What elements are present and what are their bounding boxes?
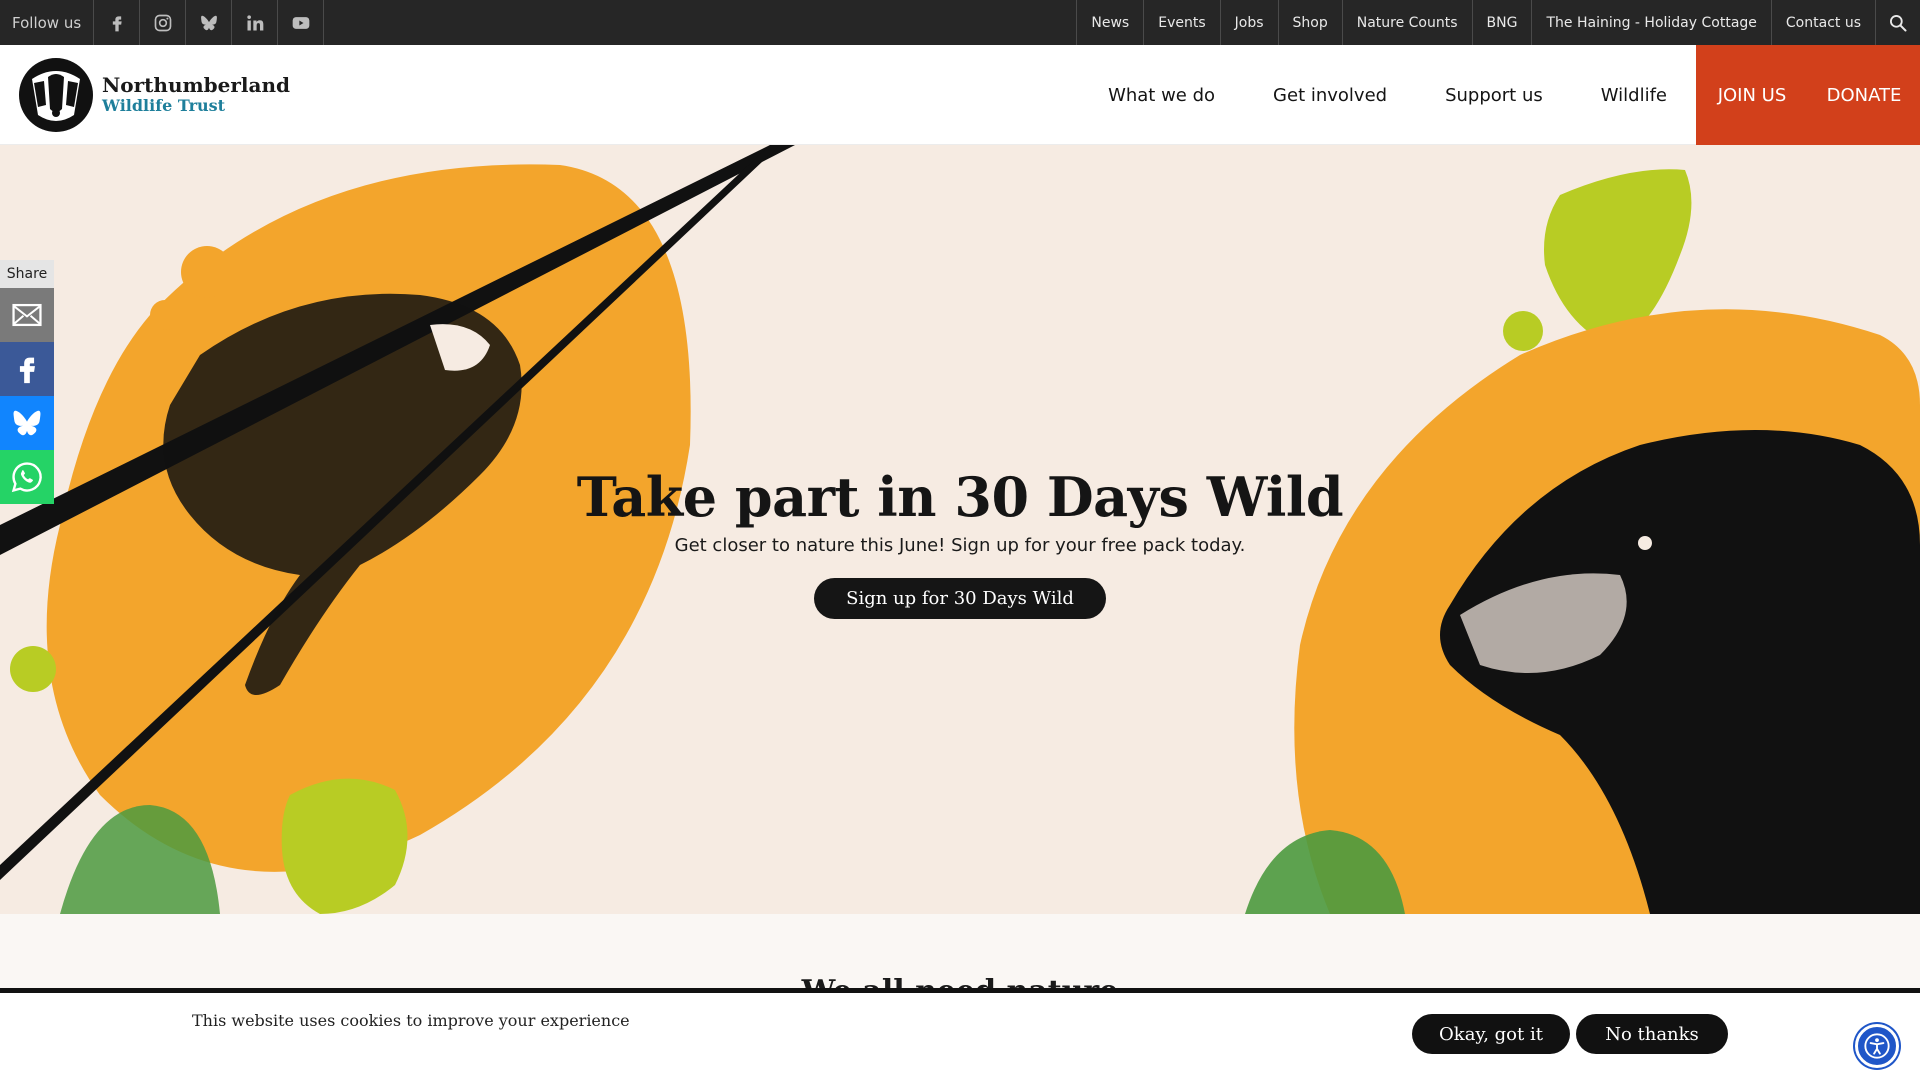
linkedin-icon[interactable]	[232, 0, 279, 45]
hero-content: Take part in 30 Days Wild Get closer to …	[0, 465, 1920, 619]
share-label: Share	[0, 260, 54, 288]
bluesky-icon	[13, 410, 41, 436]
util-link-nature-counts[interactable]: Nature Counts	[1341, 0, 1472, 45]
facebook-icon[interactable]	[94, 0, 141, 45]
main-header: Northumberland Wildlife Trust What we do…	[0, 45, 1920, 145]
sign-up-button[interactable]: Sign up for 30 Days Wild	[814, 578, 1106, 619]
nav-item-what-we-do[interactable]: What we do	[1079, 85, 1244, 106]
intro-section: We all need nature	[0, 914, 1920, 1009]
utility-links: News Events Jobs Shop Nature Counts BNG …	[1076, 0, 1920, 45]
donate-button[interactable]: DONATE	[1808, 45, 1920, 145]
logo-line-2: Wildlife Trust	[102, 96, 226, 115]
share-whatsapp-button[interactable]	[0, 450, 54, 504]
instagram-icon[interactable]	[140, 0, 187, 45]
util-link-events[interactable]: Events	[1143, 0, 1219, 45]
follow-us-label: Follow us	[0, 0, 95, 45]
share-bluesky-button[interactable]	[0, 396, 54, 450]
util-link-jobs[interactable]: Jobs	[1219, 0, 1278, 45]
facebook-icon	[19, 357, 35, 384]
cookie-message: This website uses cookies to improve you…	[192, 1011, 630, 1030]
logo-wordmark: Northumberland Wildlife Trust	[102, 74, 290, 116]
email-icon	[12, 303, 42, 327]
share-email-button[interactable]	[0, 288, 54, 342]
join-us-button[interactable]: JOIN US	[1696, 45, 1808, 145]
cookie-banner: This website uses cookies to improve you…	[0, 988, 1920, 1080]
cookie-decline-button[interactable]: No thanks	[1576, 1014, 1728, 1054]
util-link-news[interactable]: News	[1076, 0, 1143, 45]
hero-subtitle: Get closer to nature this June! Sign up …	[674, 535, 1246, 556]
share-facebook-button[interactable]	[0, 342, 54, 396]
youtube-icon[interactable]	[278, 0, 325, 45]
search-icon[interactable]	[1875, 0, 1920, 45]
nav-item-get-involved[interactable]: Get involved	[1244, 85, 1416, 106]
primary-nav: What we do Get involved Support us Wildl…	[1079, 45, 1696, 145]
nav-item-wildlife[interactable]: Wildlife	[1572, 85, 1696, 106]
badger-logo-icon	[19, 58, 93, 132]
cookie-accept-button[interactable]: Okay, got it	[1412, 1014, 1570, 1054]
util-link-contact-us[interactable]: Contact us	[1770, 0, 1875, 45]
social-links: Follow us	[0, 0, 325, 45]
hero-banner: Take part in 30 Days Wild Get closer to …	[0, 145, 1920, 914]
util-link-bng[interactable]: BNG	[1471, 0, 1532, 45]
nav-item-support-us[interactable]: Support us	[1416, 85, 1572, 106]
util-link-holiday-cottage[interactable]: The Haining - Holiday Cottage	[1531, 0, 1770, 45]
util-link-shop[interactable]: Shop	[1277, 0, 1342, 45]
bluesky-icon[interactable]	[186, 0, 233, 45]
share-rail: Share	[0, 260, 54, 504]
utility-bar: Follow us News Events Jobs Shop Nature C…	[0, 0, 1920, 45]
hero-title: Take part in 30 Days Wild	[576, 465, 1344, 529]
accessibility-icon[interactable]	[1855, 1024, 1899, 1068]
site-logo[interactable]: Northumberland Wildlife Trust	[18, 57, 290, 133]
whatsapp-icon	[11, 462, 42, 493]
logo-line-1: Northumberland	[102, 73, 290, 97]
cta-group: JOIN US DONATE	[1696, 45, 1920, 145]
